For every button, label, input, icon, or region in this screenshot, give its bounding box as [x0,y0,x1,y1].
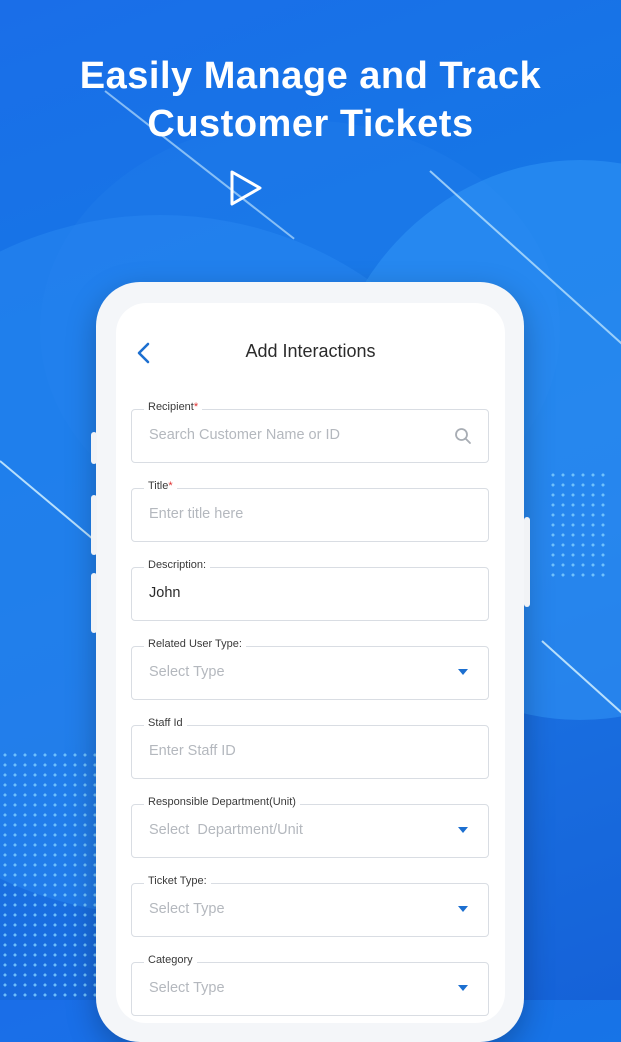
recipient-placeholder: Search Customer Name or ID [149,427,340,443]
responsible-department-select[interactable]: Responsible Department(Unit) Select Depa… [131,796,489,858]
phone-side-button [91,432,97,464]
app-screen: Add Interactions Recipient* Search Custo… [116,303,505,1023]
ticket-type-value: Select Type [149,901,225,917]
recipient-field[interactable]: Recipient* Search Customer Name or ID [131,401,489,463]
title-label: Title* [144,480,177,492]
staff-id-label: Staff Id [144,717,187,729]
search-icon[interactable] [454,427,472,445]
related-user-type-value: Select Type [149,664,225,680]
category-label: Category [144,954,197,966]
caret-down-icon[interactable] [458,669,468,675]
description-label: Description: [144,559,211,571]
caret-down-icon[interactable] [458,985,468,991]
category-value: Select Type [149,980,225,996]
caret-down-icon[interactable] [458,827,468,833]
phone-side-button [91,573,97,633]
headline: Easily Manage and Track Customer Tickets [0,52,621,148]
phone-side-button [524,517,530,607]
phone-side-button [91,495,97,555]
related-user-type-label: Related User Type: [144,638,246,650]
staff-id-placeholder: Enter Staff ID [149,743,236,759]
play-icon[interactable] [228,168,264,208]
ticket-type-label: Ticket Type: [144,875,211,887]
top-bar: Add Interactions [116,303,505,403]
caret-down-icon[interactable] [458,906,468,912]
responsible-department-value: Select Department/Unit [149,822,303,838]
staff-id-field[interactable]: Staff Id Enter Staff ID [131,717,489,779]
page-title: Add Interactions [245,341,376,361]
title-placeholder: Enter title here [149,506,244,522]
decor-dots [548,470,608,580]
description-field[interactable]: Description: John [131,559,489,621]
headline-line-1: Easily Manage and Track [79,55,542,97]
related-user-type-select[interactable]: Related User Type: Select Type [131,638,489,700]
title-field[interactable]: Title* Enter title here [131,480,489,542]
category-select[interactable]: Category Select Type [131,954,489,1016]
recipient-label: Recipient* [144,401,203,413]
responsible-department-label: Responsible Department(Unit) [144,796,300,808]
ticket-type-select[interactable]: Ticket Type: Select Type [131,875,489,937]
headline-line-2: Customer Tickets [147,103,474,145]
decor-dots [0,750,96,1000]
description-value: John [149,585,181,601]
